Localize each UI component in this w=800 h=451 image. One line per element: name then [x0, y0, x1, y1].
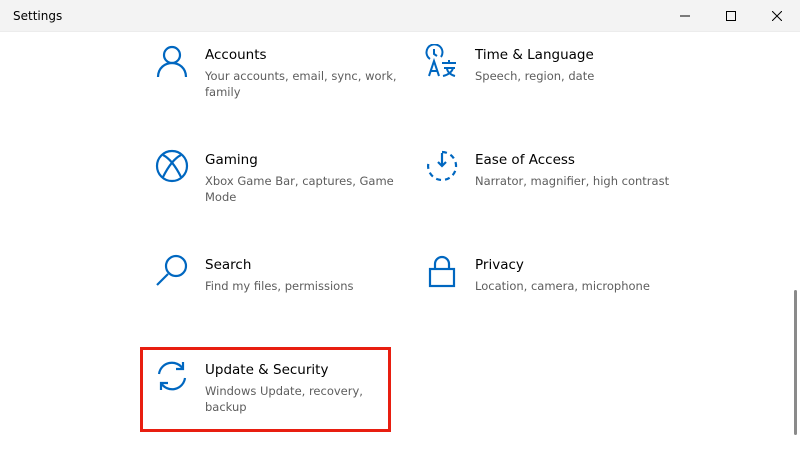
settings-tile-search[interactable]: Search Find my files, permissions	[141, 252, 381, 330]
vertical-scrollbar[interactable]	[794, 290, 797, 435]
settings-tile-ease-of-access[interactable]: Ease of Access Narrator, magnifier, high…	[411, 147, 669, 225]
title-bar: Settings	[0, 0, 800, 32]
person-icon	[156, 45, 188, 78]
tile-title: Gaming	[205, 152, 258, 168]
settings-tile-privacy[interactable]: Privacy Location, camera, microphone	[411, 252, 651, 330]
maximize-button[interactable]	[708, 0, 754, 32]
close-icon	[772, 11, 782, 21]
minimize-button[interactable]	[662, 0, 708, 32]
tile-description: Your accounts, email, sync, work, family	[205, 69, 397, 99]
tile-title: Privacy	[475, 257, 524, 273]
close-button[interactable]	[754, 0, 800, 32]
ease-of-access-icon	[427, 150, 458, 182]
lock-icon	[428, 255, 456, 288]
tile-description: Find my files, permissions	[205, 279, 354, 293]
tile-description: Narrator, magnifier, high contrast	[475, 174, 670, 188]
tile-title: Ease of Access	[475, 152, 575, 168]
xbox-icon	[155, 149, 189, 183]
tile-title: Accounts	[205, 47, 267, 63]
settings-tile-accounts[interactable]: Accounts Your accounts, email, sync, wor…	[141, 42, 397, 120]
tile-description: Xbox Game Bar, captures, Game Mode	[205, 174, 394, 204]
settings-tile-time-language[interactable]: Time & Language Speech, region, date	[411, 42, 651, 120]
settings-tile-gaming[interactable]: Gaming Xbox Game Bar, captures, Game Mod…	[141, 147, 394, 225]
window-title: Settings	[13, 9, 63, 23]
tile-title: Search	[205, 257, 252, 273]
tile-description: Speech, region, date	[475, 69, 595, 83]
search-icon	[156, 254, 188, 286]
time-language-icon	[425, 44, 456, 77]
selection-highlight-box	[140, 347, 391, 432]
maximize-icon	[726, 11, 736, 21]
minimize-icon	[680, 15, 690, 17]
tile-title: Time & Language	[475, 47, 594, 63]
tile-description: Location, camera, microphone	[475, 279, 650, 293]
